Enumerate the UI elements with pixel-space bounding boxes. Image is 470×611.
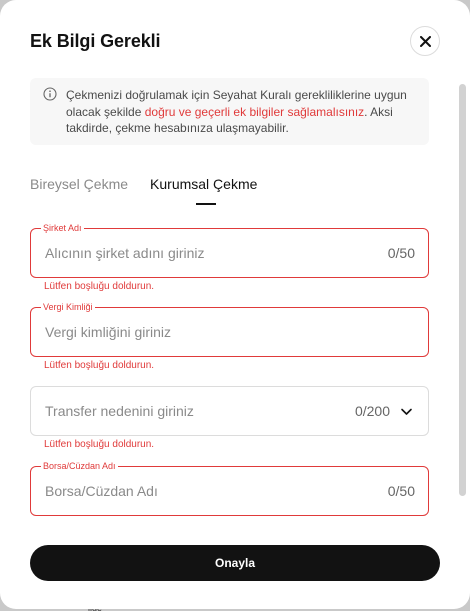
info-icon: [43, 87, 57, 101]
company-name-field[interactable]: Şirket Adı Alıcının şirket adını giriniz…: [30, 222, 429, 278]
scrollbar-thumb[interactable]: [459, 84, 466, 496]
close-icon: [419, 35, 431, 47]
scrollbar[interactable]: [459, 84, 466, 496]
close-button[interactable]: [410, 26, 440, 56]
exchange-wallet-input[interactable]: Borsa/Cüzdan Adı: [45, 467, 158, 515]
confirm-button[interactable]: Onayla: [30, 545, 440, 581]
modal-title: Ek Bilgi Gerekli: [30, 31, 161, 51]
exchange-wallet-field[interactable]: Borsa/Cüzdan Adı Borsa/Cüzdan Adı 0/50: [30, 460, 429, 516]
transfer-reason-error: Lütfen boşluğu doldurun.: [44, 439, 155, 450]
company-name-input[interactable]: Alıcının şirket adını giriniz: [45, 229, 205, 277]
chevron-down-icon[interactable]: [400, 405, 413, 418]
company-name-error: Lütfen boşluğu doldurun.: [44, 281, 155, 292]
notice-highlight: doğru ve geçerli ek bilgiler sağlamalısı…: [144, 104, 365, 119]
company-name-counter: 0/50: [387, 245, 415, 261]
exchange-wallet-counter: 0/50: [387, 483, 415, 499]
tax-id-input[interactable]: Vergi kimliğini giriniz: [45, 308, 171, 356]
tab-individual-withdrawal[interactable]: Bireysel Çekme: [30, 176, 128, 192]
transfer-reason-counter: 0/200: [354, 403, 390, 419]
withdrawal-type-tabs: Bireysel Çekme Kurumsal Çekme: [30, 176, 257, 192]
travel-rule-notice: Çekmenizi doğrulamak için Seyahat Kuralı…: [30, 78, 429, 145]
transfer-reason-input[interactable]: Transfer nedenini giriniz: [45, 387, 194, 435]
additional-info-modal: Ek Bilgi Gerekli Çekmenizi doğrulamak iç…: [0, 0, 470, 609]
transfer-reason-select[interactable]: Transfer nedenini giriniz 0/200: [30, 386, 429, 436]
active-tab-indicator: [196, 203, 216, 205]
tab-corporate-withdrawal[interactable]: Kurumsal Çekme: [150, 176, 257, 192]
form-scroll-area[interactable]: Çekmenizi doğrulamak için Seyahat Kuralı…: [0, 78, 470, 528]
tax-id-error: Lütfen boşluğu doldurun.: [44, 360, 155, 371]
tax-id-field[interactable]: Vergi Kimliği Vergi kimliğini giriniz: [30, 301, 429, 357]
